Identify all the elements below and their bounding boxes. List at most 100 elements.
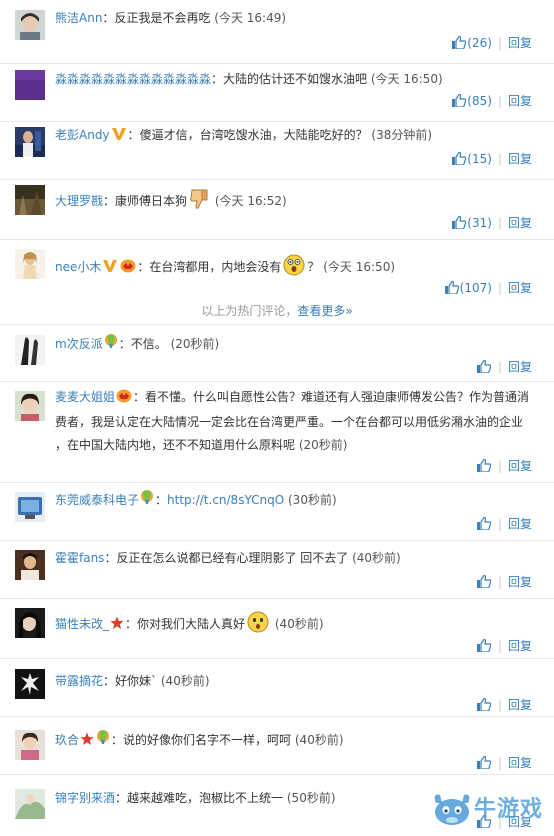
like-icon[interactable] bbox=[444, 280, 459, 298]
colon: ： bbox=[127, 128, 140, 142]
like-icon[interactable] bbox=[452, 151, 467, 169]
star-badge-icon bbox=[110, 615, 124, 638]
hot-comments-divider: 以上为热门评论，查看更多» bbox=[0, 302, 554, 320]
like-count[interactable]: (31) bbox=[467, 216, 492, 230]
divider: | bbox=[497, 756, 502, 770]
like-icon[interactable] bbox=[476, 574, 492, 592]
username[interactable]: 熊洁Ann bbox=[55, 11, 102, 25]
avatar[interactable] bbox=[15, 492, 45, 522]
avatar[interactable] bbox=[15, 335, 45, 365]
like-icon[interactable] bbox=[476, 359, 492, 377]
avatar[interactable] bbox=[15, 127, 45, 157]
reply-link[interactable]: 回复 bbox=[508, 216, 532, 230]
like-count[interactable]: (15) bbox=[467, 152, 492, 166]
comment-item: 大理罗戡：康师傅日本狗 (今天 16:52) (31) | 回复 bbox=[0, 180, 554, 240]
timestamp: (50秒前) bbox=[286, 791, 336, 805]
reply-link[interactable]: 回复 bbox=[508, 94, 532, 108]
like-icon[interactable] bbox=[476, 755, 492, 773]
like-icon[interactable] bbox=[452, 35, 467, 53]
like-icon[interactable] bbox=[476, 516, 492, 534]
reply-link[interactable]: 回复 bbox=[508, 517, 532, 531]
divider: | bbox=[497, 639, 502, 653]
reply-link[interactable]: 回复 bbox=[508, 575, 532, 589]
timestamp: (今天 16:50) bbox=[323, 260, 396, 274]
reply-link[interactable]: 回复 bbox=[508, 639, 532, 653]
comment-actions: | 回复 bbox=[476, 574, 532, 592]
like-icon[interactable] bbox=[452, 215, 467, 233]
avatar[interactable] bbox=[15, 730, 45, 760]
timestamp: (20秒前) bbox=[298, 438, 348, 452]
divider: | bbox=[497, 360, 502, 374]
comment-text: 猫性未改_ ：你对我们大陆人真好 (40秒前) bbox=[55, 611, 535, 641]
avatar[interactable] bbox=[15, 70, 45, 100]
like-icon[interactable] bbox=[476, 638, 492, 656]
avatar[interactable] bbox=[15, 608, 45, 638]
comment-link[interactable]: http://t.cn/8sYCnqO bbox=[167, 493, 284, 507]
divider: | bbox=[497, 698, 502, 712]
username[interactable]: 带露摘花 bbox=[55, 674, 103, 688]
view-more-link[interactable]: 查看更多» bbox=[297, 304, 352, 318]
reply-link[interactable]: 回复 bbox=[508, 756, 532, 770]
comment-text: 熊洁Ann：反正我是不会再吃 (今天 16:49) bbox=[55, 7, 535, 30]
reply-link[interactable]: 回复 bbox=[508, 152, 532, 166]
divider: | bbox=[497, 281, 502, 295]
avatar[interactable] bbox=[15, 185, 45, 215]
divider: | bbox=[497, 459, 502, 473]
divider: | bbox=[497, 94, 502, 108]
comment-body: 你对我们大陆人真好 bbox=[137, 617, 246, 631]
avatar[interactable] bbox=[15, 669, 45, 699]
like-icon[interactable] bbox=[476, 458, 492, 476]
watermark: 牛游戏 bbox=[430, 787, 550, 833]
colon: ： bbox=[103, 674, 116, 688]
comment-body: 看不懂。什么叫自愿性公告？难道还有人强迫康师傅发公告？作为普通消 bbox=[145, 390, 530, 404]
avatar[interactable] bbox=[15, 550, 45, 580]
divider: | bbox=[497, 517, 502, 531]
username[interactable]: nee小木 bbox=[55, 260, 101, 274]
divider: | bbox=[497, 216, 502, 230]
username[interactable]: 霍霍fans bbox=[55, 551, 104, 565]
like-count[interactable]: (107) bbox=[460, 281, 492, 295]
star-badge-icon bbox=[80, 731, 94, 754]
comment-body: 不信。 bbox=[130, 337, 167, 351]
colon: ： bbox=[111, 733, 124, 747]
username[interactable]: 麦麦大姐姐 bbox=[55, 390, 115, 404]
comment-actions: | 回复 bbox=[476, 697, 532, 715]
timestamp: (今天 16:50) bbox=[370, 72, 443, 86]
avatar[interactable] bbox=[15, 249, 45, 279]
comment-text: 玖合 ：说的好像你们名字不一样，呵呵 (40秒前) bbox=[55, 729, 535, 754]
reply-link[interactable]: 回复 bbox=[508, 36, 532, 50]
username[interactable]: 淼淼淼淼淼淼淼淼淼淼淼淼淼 bbox=[55, 72, 211, 86]
like-icon[interactable] bbox=[476, 697, 492, 715]
avatar[interactable] bbox=[15, 789, 45, 819]
like-count[interactable]: (85) bbox=[467, 94, 492, 108]
timestamp: (40秒前) bbox=[352, 551, 401, 565]
username[interactable]: m次反派 bbox=[55, 337, 103, 351]
avatar[interactable] bbox=[15, 10, 45, 40]
timestamp: (20秒前) bbox=[170, 337, 220, 351]
reply-link[interactable]: 回复 bbox=[508, 459, 532, 473]
username[interactable]: 猫性未改_ bbox=[55, 617, 109, 631]
avatar[interactable] bbox=[15, 391, 45, 421]
comment-item: nee小木 ：在台湾都用，内地会没有 ？ (今天 16:50) (107) | 回复 bbox=[0, 240, 554, 298]
username[interactable]: 老彭Andy bbox=[55, 128, 110, 142]
username[interactable]: 玖合 bbox=[55, 733, 79, 747]
comment-body: 大陆的估计还不如馊水油吧 bbox=[223, 72, 368, 86]
colon: ： bbox=[125, 617, 138, 631]
username[interactable]: 东莞威泰科电子 bbox=[55, 493, 139, 507]
like-count[interactable]: (26) bbox=[467, 36, 492, 50]
divider: | bbox=[497, 575, 502, 589]
reply-link[interactable]: 回复 bbox=[508, 698, 532, 712]
comment-body-end: ？ bbox=[307, 260, 320, 274]
username[interactable]: 锦字别来酒 bbox=[55, 791, 115, 805]
timestamp: (40秒前) bbox=[160, 674, 210, 688]
comment-item: 猫性未改_ ：你对我们大陆人真好 (40秒前) | 回复 bbox=[0, 599, 554, 659]
like-icon[interactable] bbox=[452, 93, 467, 111]
comment-item: 熊洁Ann：反正我是不会再吃 (今天 16:49) (26) | 回复 bbox=[0, 0, 554, 64]
reply-link[interactable]: 回复 bbox=[508, 360, 532, 374]
reply-link[interactable]: 回复 bbox=[508, 281, 532, 295]
comment-body: 傻逼才信，台湾吃馊水油，大陆能吃好的？ bbox=[139, 128, 368, 142]
comment-item: 玖合 ：说的好像你们名字不一样，呵呵 (40秒前) | 回复 bbox=[0, 717, 554, 775]
colon: ： bbox=[133, 390, 146, 404]
username[interactable]: 大理罗戡 bbox=[55, 194, 103, 208]
comment-text: 大理罗戡：康师傅日本狗 (今天 16:52) bbox=[55, 188, 535, 218]
